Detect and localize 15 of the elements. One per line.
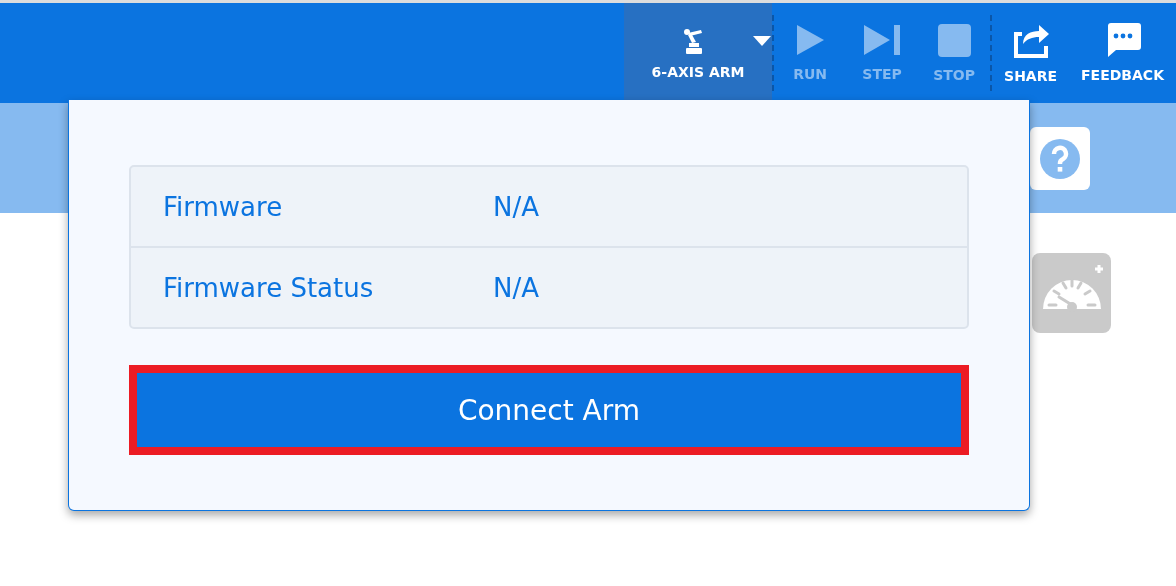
help-icon [1040, 138, 1080, 179]
robot-selector[interactable]: 6-AXIS ARM [624, 3, 773, 103]
info-label: Firmware [163, 191, 284, 222]
share-button[interactable]: SHARE [992, 3, 1070, 103]
info-value: N/A [493, 272, 539, 303]
stop-icon [937, 23, 971, 57]
step-icon [863, 24, 902, 56]
info-value: N/A [493, 191, 539, 222]
caret-icon [753, 36, 772, 46]
connect-button[interactable]: Connect Arm [137, 373, 961, 447]
help-button[interactable] [1030, 127, 1090, 190]
feedback-button[interactable]: FEEDBACK [1069, 3, 1176, 103]
play-icon [795, 24, 826, 56]
add-gauge-button[interactable] [1032, 253, 1111, 333]
info-label: Firmware Status [163, 272, 375, 303]
